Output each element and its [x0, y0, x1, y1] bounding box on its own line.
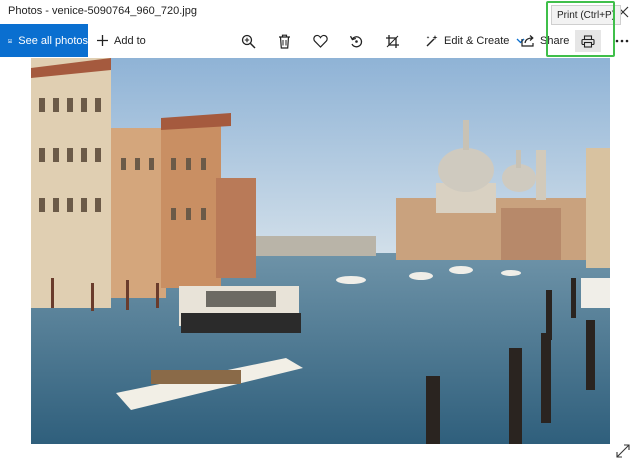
share-button[interactable]: Share: [521, 24, 569, 57]
share-label: Share: [540, 34, 570, 47]
window-title: Photos - venice-5090764_960_720.jpg: [8, 5, 197, 17]
zoom-in-icon: [241, 34, 256, 49]
more-icon: [615, 39, 629, 43]
title-bar: Photos - venice-5090764_960_720.jpg: [0, 0, 640, 24]
expand-button[interactable]: [613, 441, 633, 461]
print-tooltip: Print (Ctrl+P): [551, 5, 622, 25]
photos-icon: [8, 38, 13, 43]
plus-icon: [97, 35, 108, 46]
venice-photo: [31, 58, 610, 444]
delete-button[interactable]: [273, 30, 295, 52]
print-icon: [581, 34, 595, 48]
edit-create-label: Edit & Create: [444, 34, 510, 47]
more-options-button[interactable]: [611, 30, 633, 52]
favorite-button[interactable]: [309, 30, 331, 52]
see-all-photos-label: See all photos: [18, 34, 88, 47]
add-to-button[interactable]: Add to: [96, 24, 146, 57]
photo-canvas[interactable]: [31, 58, 610, 444]
rotate-icon: [349, 35, 362, 47]
trash-icon: [278, 34, 290, 49]
expand-icon: [616, 444, 630, 458]
print-button[interactable]: [575, 30, 601, 52]
edit-create-button[interactable]: Edit & Create: [425, 24, 525, 57]
toolbar: See all photos Add to Edit & Create Shar…: [0, 24, 640, 57]
edit-create-icon: [426, 34, 438, 46]
rotate-button[interactable]: [345, 30, 367, 52]
add-to-label: Add to: [114, 34, 146, 47]
crop-button[interactable]: [381, 30, 403, 52]
share-icon: [521, 35, 534, 47]
zoom-button[interactable]: [237, 30, 259, 52]
heart-icon: [312, 34, 328, 48]
see-all-photos-button[interactable]: See all photos: [0, 24, 88, 57]
crop-icon: [385, 34, 399, 48]
